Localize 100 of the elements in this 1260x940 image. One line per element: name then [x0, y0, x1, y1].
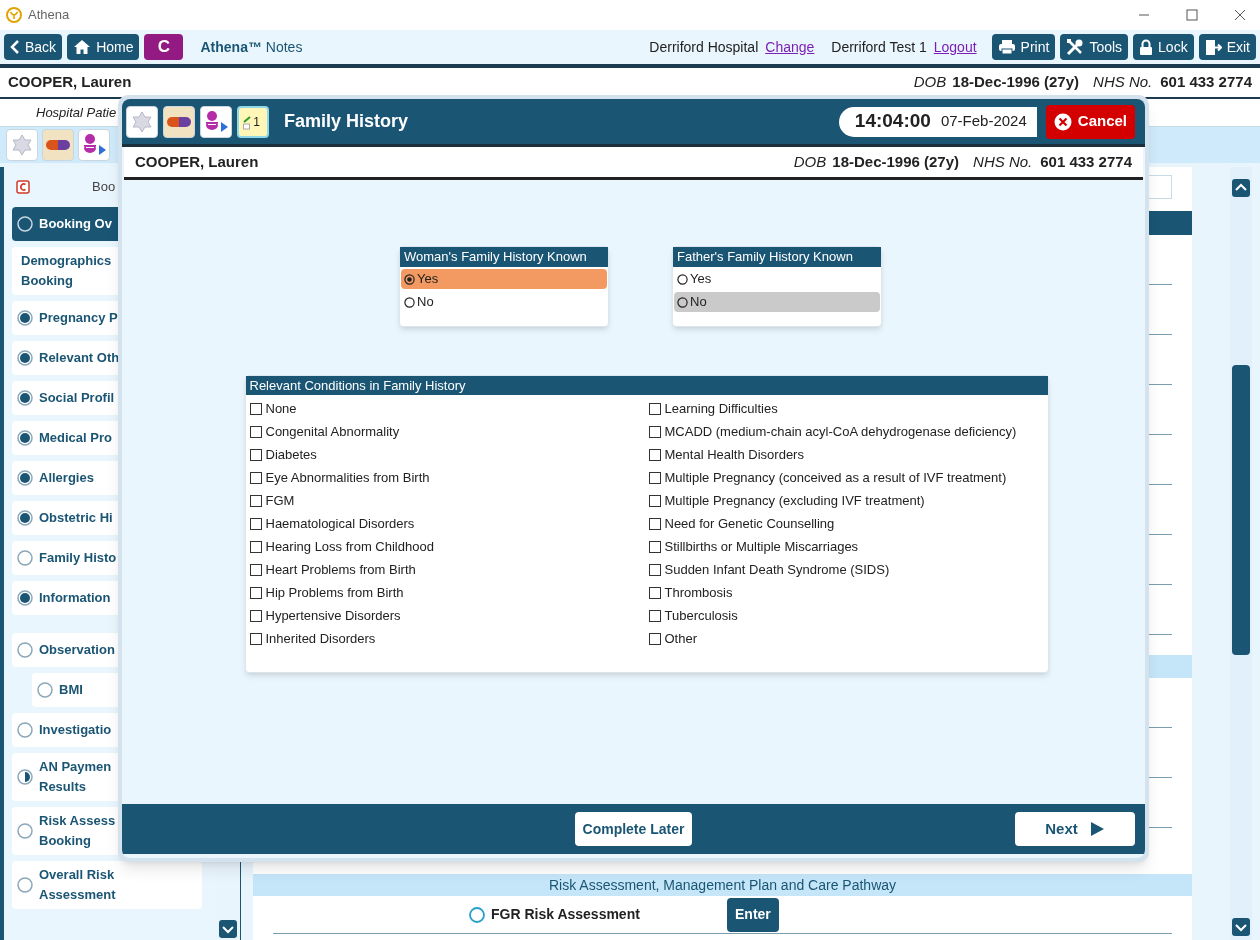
back-button[interactable]: Back — [4, 34, 63, 60]
condition-checkbox[interactable]: Thrombosis — [648, 581, 1048, 604]
enter-button[interactable]: Enter — [727, 897, 779, 932]
play-icon — [1089, 821, 1105, 837]
condition-checkbox[interactable]: Multiple Pregnancy (excluding IVF treatment) — [648, 489, 1048, 512]
radio-icon — [677, 296, 688, 308]
condition-checkbox[interactable]: Inherited Disorders — [249, 627, 649, 650]
checkbox-icon — [249, 632, 262, 645]
status-radio-icon — [17, 590, 33, 606]
pill-icon — [45, 139, 71, 151]
condition-checkbox[interactable]: Learning Difficulties — [648, 397, 1048, 420]
letter-button[interactable]: C — [144, 34, 184, 60]
lock-button[interactable]: Lock — [1133, 34, 1194, 60]
status-radio-icon — [17, 350, 33, 366]
scroll-down-icon — [1232, 918, 1250, 936]
exit-icon — [1204, 38, 1222, 56]
condition-checkbox[interactable]: Multiple Pregnancy (conceived as a result of IVF treatment) — [648, 466, 1048, 489]
checkbox-icon — [648, 402, 661, 415]
condition-checkbox[interactable]: Haematological Disorders — [249, 512, 649, 535]
checkbox-icon — [249, 448, 262, 461]
nhs-label: NHS No. — [1093, 72, 1153, 93]
condition-checkbox[interactable]: Hearing Loss from Childhood — [249, 535, 649, 558]
flower-icon — [130, 109, 154, 134]
dob-value: 18-Dec-1996 (27y) — [832, 151, 960, 172]
radio-icon — [677, 273, 688, 285]
checkbox-icon — [648, 517, 661, 530]
condition-checkbox[interactable]: Hypertensive Disorders — [249, 604, 649, 627]
person-arrow-icon — [203, 109, 229, 134]
row-label: FGR Risk Assessment — [491, 905, 641, 924]
radio-icon — [469, 906, 485, 923]
checkbox-icon — [249, 402, 262, 415]
subheader-text: Hospital Patie — [36, 103, 117, 122]
checkbox-icon — [648, 586, 661, 599]
radio-option[interactable]: Yes — [401, 269, 607, 289]
condition-checkbox[interactable]: Congenital Abnormality — [249, 420, 649, 443]
flower-tool-button[interactable] — [126, 105, 158, 138]
condition-checkbox[interactable]: Sudden Infant Death Syndrome (SIDS) — [648, 558, 1048, 581]
status-radio-icon — [17, 642, 33, 658]
status-radio-icon — [17, 470, 33, 486]
notepad-tool-button[interactable]: 1 — [237, 105, 269, 138]
scroll-up-icon — [1232, 179, 1250, 197]
checkbox-icon — [648, 425, 661, 438]
checkbox-icon — [249, 471, 262, 484]
condition-checkbox[interactable]: Heart Problems from Birth — [249, 558, 649, 581]
home-button[interactable]: Home — [67, 34, 140, 60]
person-arrow-icon — [81, 133, 107, 157]
radio-icon — [404, 273, 415, 285]
sidebar-heading: Boo — [92, 178, 116, 197]
person-tool-button[interactable] — [200, 105, 232, 138]
condition-checkbox[interactable]: Hip Problems from Birth — [249, 581, 649, 604]
close-icon — [1234, 9, 1246, 21]
nhs-number: 601 433 2774 — [1160, 72, 1252, 93]
scrollbar-thumb[interactable] — [1232, 365, 1250, 655]
dialog-title: Family History — [284, 110, 409, 133]
condition-checkbox[interactable]: None — [249, 397, 649, 420]
next-button[interactable]: Next — [1015, 812, 1135, 846]
tools-icon — [1066, 38, 1085, 56]
clock-date: 07-Feb-2024 — [940, 111, 1027, 132]
tools-button[interactable]: Tools — [1060, 34, 1129, 60]
checkbox-icon — [648, 448, 661, 461]
checkbox-icon — [648, 609, 661, 622]
sidebar-item[interactable]: Overall Risk Assessment — [12, 861, 202, 909]
exit-button[interactable]: Exit — [1198, 34, 1256, 60]
pill-tool-button[interactable] — [42, 129, 74, 161]
radio-option[interactable]: No — [674, 292, 880, 312]
nhs-number: 601 433 2774 — [1040, 151, 1132, 172]
status-radio-icon — [17, 390, 33, 406]
status-radio-icon — [17, 769, 33, 785]
status-radio-icon — [17, 823, 33, 839]
checkbox-icon — [249, 494, 262, 507]
complete-later-button[interactable]: Complete Later — [574, 812, 693, 846]
condition-checkbox[interactable]: Tuberculosis — [648, 604, 1048, 627]
condition-checkbox[interactable]: Diabetes — [249, 443, 649, 466]
pill-tool-button[interactable] — [163, 105, 195, 138]
condition-checkbox[interactable]: MCADD (medium-chain acyl-CoA dehydrogenase deficiency) — [648, 420, 1048, 443]
checkbox-icon — [249, 540, 262, 553]
checkbox-icon — [648, 540, 661, 553]
checkbox-icon — [249, 425, 262, 438]
user-name: Derriford Test 1 — [831, 37, 927, 57]
change-link[interactable]: Change — [765, 36, 815, 58]
print-button[interactable]: Print — [991, 34, 1056, 60]
hospital-name: Derriford Hospital — [649, 37, 759, 57]
condition-checkbox[interactable]: Eye Abnormalities from Birth — [249, 466, 649, 489]
person-tool-button[interactable] — [78, 129, 110, 161]
chevron-left-icon — [10, 40, 20, 54]
cancel-button[interactable]: Cancel — [1045, 104, 1135, 139]
condition-checkbox[interactable]: Need for Genetic Counselling — [648, 512, 1048, 535]
nhs-label: NHS No. — [973, 151, 1033, 172]
status-radio-icon — [17, 216, 33, 232]
maximize-icon — [1186, 9, 1198, 21]
status-radio-icon — [17, 510, 33, 526]
condition-checkbox[interactable]: Mental Health Disorders — [648, 443, 1048, 466]
condition-checkbox[interactable]: FGM — [249, 489, 649, 512]
logout-link[interactable]: Logout — [933, 36, 977, 58]
printer-icon — [997, 39, 1016, 55]
pill-icon — [166, 115, 192, 128]
checkbox-icon — [648, 471, 661, 484]
condition-checkbox[interactable]: Stillbirths or Multiple Miscarriages — [648, 535, 1048, 558]
radio-icon — [404, 296, 415, 308]
condition-checkbox[interactable]: Other — [648, 627, 1048, 650]
